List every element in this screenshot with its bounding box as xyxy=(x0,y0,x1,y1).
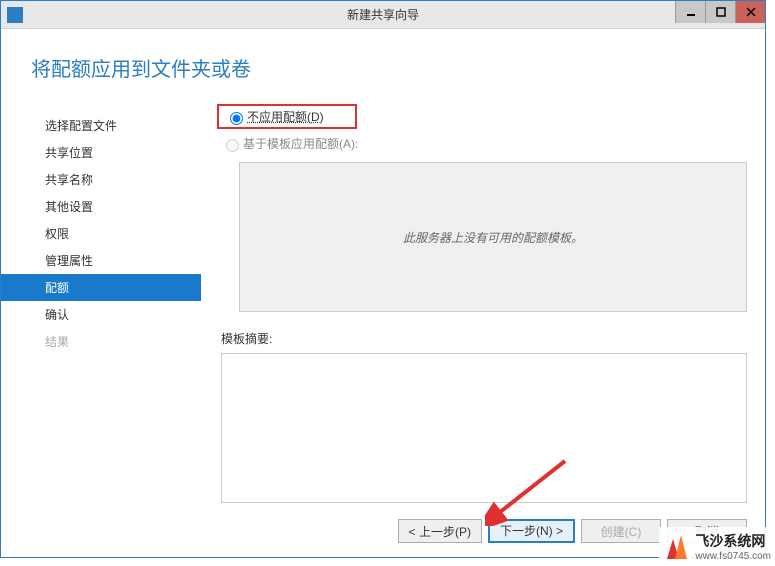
radio-no-quota[interactable]: 不应用配额(D) xyxy=(217,104,357,129)
step-other-settings[interactable]: 其他设置 xyxy=(1,193,201,220)
step-confirm[interactable]: 确认 xyxy=(1,301,201,328)
radio-no-quota-label: 不应用配额(D) xyxy=(247,108,324,125)
create-button: 创建(C) xyxy=(581,519,661,543)
radio-template-quota[interactable]: 基于模板应用配额(A): xyxy=(221,133,747,154)
next-button[interactable]: 下一步(N) > xyxy=(488,519,575,543)
radio-no-quota-input[interactable] xyxy=(230,112,243,125)
maximize-button[interactable] xyxy=(705,1,735,23)
watermark: 飞沙系统网 www.fs0745.com xyxy=(659,527,775,566)
title-controls xyxy=(675,1,765,23)
template-summary-label: 模板摘要: xyxy=(221,330,747,347)
step-results: 结果 xyxy=(1,328,201,355)
wizard-steps-sidebar: 选择配置文件 共享位置 共享名称 其他设置 权限 管理属性 配额 确认 结果 xyxy=(1,92,201,509)
app-icon xyxy=(7,7,23,23)
main-panel: 不应用配额(D) 基于模板应用配额(A): 此服务器上没有可用的配额模板。 模板… xyxy=(201,92,747,509)
step-select-profile[interactable]: 选择配置文件 xyxy=(1,112,201,139)
watermark-logo-icon xyxy=(663,533,691,561)
content-area: 选择配置文件 共享位置 共享名称 其他设置 权限 管理属性 配额 确认 结果 不… xyxy=(1,92,765,509)
step-management-properties[interactable]: 管理属性 xyxy=(1,247,201,274)
radio-template-input xyxy=(226,139,239,152)
no-templates-text: 此服务器上没有可用的配额模板。 xyxy=(403,229,583,246)
step-share-location[interactable]: 共享位置 xyxy=(1,139,201,166)
titlebar: 新建共享向导 xyxy=(1,1,765,29)
step-quota[interactable]: 配额 xyxy=(1,274,201,301)
template-list-box: 此服务器上没有可用的配额模板。 xyxy=(239,162,747,312)
template-summary-box xyxy=(221,353,747,503)
page-title: 将配额应用到文件夹或卷 xyxy=(31,53,735,82)
step-share-name[interactable]: 共享名称 xyxy=(1,166,201,193)
minimize-button[interactable] xyxy=(675,1,705,23)
wizard-footer: < 上一步(P) 下一步(N) > 创建(C) 取消 xyxy=(1,509,765,557)
radio-template-label: 基于模板应用配额(A): xyxy=(243,135,358,152)
step-permissions[interactable]: 权限 xyxy=(1,220,201,247)
wizard-window: 新建共享向导 将配额应用到文件夹或卷 选择配置文件 共享位置 共享名称 其他设置… xyxy=(0,0,766,558)
watermark-title: 飞沙系统网 xyxy=(695,531,771,551)
previous-button[interactable]: < 上一步(P) xyxy=(398,519,482,543)
watermark-sub: www.fs0745.com xyxy=(695,551,771,562)
close-button[interactable] xyxy=(735,1,765,23)
watermark-text: 飞沙系统网 www.fs0745.com xyxy=(695,531,771,562)
window-title: 新建共享向导 xyxy=(347,6,419,23)
page-header: 将配额应用到文件夹或卷 xyxy=(1,29,765,92)
wizard-body: 将配额应用到文件夹或卷 选择配置文件 共享位置 共享名称 其他设置 权限 管理属… xyxy=(1,29,765,557)
